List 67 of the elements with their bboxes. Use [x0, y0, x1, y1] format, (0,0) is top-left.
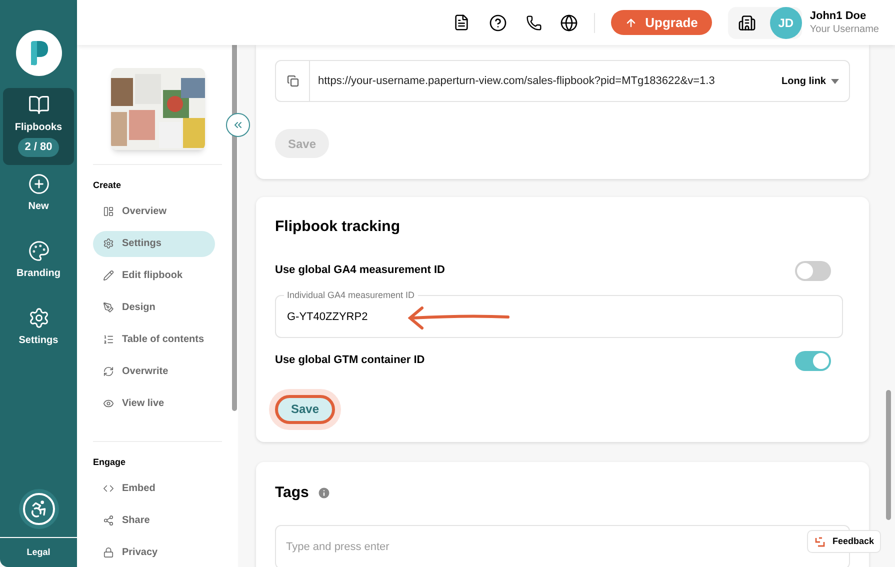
double-chevron-icon — [232, 119, 244, 131]
rail-label: Settings — [18, 334, 58, 348]
building-icon — [738, 14, 756, 32]
field-label: Individual GA4 measurement ID — [284, 290, 418, 300]
link-type-select[interactable]: Long link — [782, 74, 849, 88]
field-value: G-YT40ZZYRP2 — [287, 310, 368, 326]
rail-item[interactable]: Flipbooks 2 / 80 — [3, 88, 74, 165]
card-title: Flipbook tracking — [275, 217, 402, 237]
logo-icon[interactable] — [16, 30, 62, 76]
rail-item[interactable]: Branding — [3, 232, 74, 299]
user-avatar: JD — [770, 6, 802, 38]
caret-icon — [831, 78, 839, 84]
feedback-icon — [814, 536, 826, 548]
menu-item[interactable]: Share — [93, 507, 215, 533]
eye-icon — [103, 398, 114, 409]
globe-icon[interactable] — [560, 14, 578, 32]
collapse-button[interactable] — [226, 113, 250, 137]
user-name: John1 Doe — [810, 10, 868, 22]
accessibility-icon — [28, 499, 48, 519]
help-icon[interactable] — [489, 14, 508, 32]
rail-item[interactable]: New — [3, 165, 74, 232]
palette-icon — [28, 240, 50, 262]
flipbook-count: 2 / 80 — [18, 138, 60, 156]
menu-item[interactable]: Privacy — [93, 539, 215, 565]
phone-icon[interactable] — [526, 14, 542, 30]
list-icon — [103, 334, 114, 345]
layout-icon — [103, 206, 114, 217]
link-url: https://your-username.paperturn-view.com/sales-flipbook?pid=MTg183622&v=1.3 — [318, 74, 716, 89]
menu-item[interactable]: Settings — [93, 230, 215, 256]
menu-item[interactable]: Overwrite — [93, 358, 215, 384]
section-heading: Create — [93, 179, 122, 192]
username-text: Your Username — [810, 22, 879, 36]
gear-icon — [28, 307, 50, 329]
menu-item[interactable]: Overview — [93, 198, 215, 224]
copy-icon[interactable] — [286, 75, 298, 87]
menu-item[interactable]: Table of contents — [93, 326, 215, 352]
code-icon — [103, 482, 114, 494]
rail-label: Flipbooks — [14, 121, 62, 135]
section-heading: Engage — [93, 456, 127, 469]
menu-item[interactable]: View live — [93, 390, 215, 416]
arrow-up-icon — [625, 16, 638, 28]
card-title: Tags — [275, 482, 309, 502]
menu-item[interactable]: Edit flipbook — [93, 262, 215, 288]
pencil-icon — [103, 270, 114, 281]
scrollbar[interactable] — [886, 390, 891, 520]
share-icon — [103, 514, 114, 526]
rail-item[interactable]: Settings — [3, 299, 74, 366]
refresh-icon — [103, 366, 114, 377]
document-icon[interactable] — [453, 14, 470, 31]
legal-link[interactable]: Legal — [26, 546, 50, 560]
info-icon[interactable] — [316, 486, 331, 500]
toggle-switch[interactable] — [795, 260, 831, 280]
upgrade-button[interactable]: Upgrade — [611, 10, 712, 35]
plus-circle-icon — [28, 173, 50, 195]
lock-icon — [103, 546, 114, 558]
gear-icon — [103, 238, 114, 249]
feedback-button[interactable]: Feedback — [807, 530, 881, 553]
scrollbar[interactable] — [232, 45, 237, 411]
toggle-label: Use global GTM container ID — [275, 353, 425, 368]
menu-item[interactable]: Design — [93, 294, 215, 320]
pen-tool-icon — [103, 302, 114, 313]
toggle-switch[interactable] — [795, 350, 831, 370]
menu-item[interactable]: Embed — [93, 475, 215, 501]
book-icon — [28, 94, 50, 116]
rail-label: New — [28, 200, 49, 214]
rail-label: Branding — [16, 267, 60, 281]
toggle-label: Use global GA4 measurement ID — [275, 263, 445, 278]
